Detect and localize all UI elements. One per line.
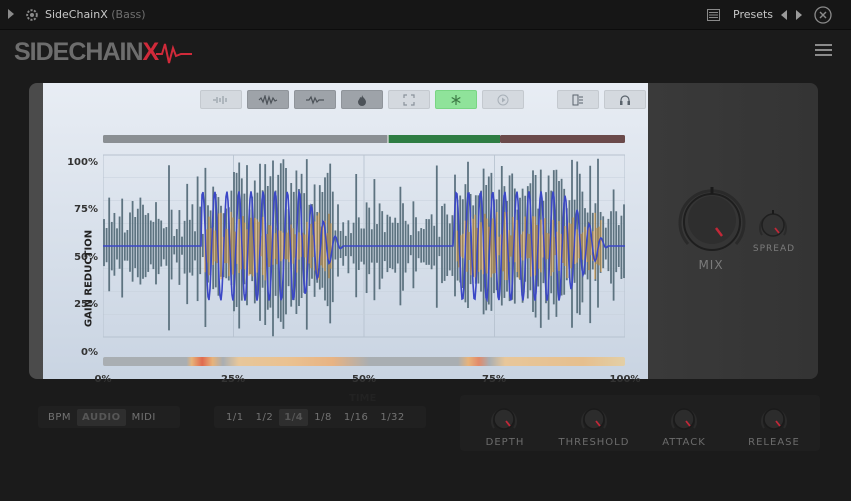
waveform-wave-icon	[306, 95, 324, 105]
plugin-name: SideChainX	[45, 8, 108, 21]
rate-1-1[interactable]: 1/1	[220, 412, 250, 423]
attack-knob[interactable]	[669, 404, 699, 434]
release-knob[interactable]	[759, 404, 789, 434]
compare-icon	[572, 94, 583, 105]
preset-next-icon[interactable]	[796, 10, 802, 20]
y-tick-75: 75%	[74, 204, 98, 215]
close-icon[interactable]	[814, 6, 832, 24]
logo-text: SIDECHAIN	[14, 38, 144, 66]
preset-list-icon[interactable]	[707, 9, 720, 21]
y-tick-0: 0%	[81, 347, 98, 358]
threshold-label: THRESHOLD	[558, 437, 630, 448]
rate-1-32[interactable]: 1/32	[374, 412, 410, 423]
logo-pulse-icon	[156, 43, 192, 64]
tool-freeze[interactable]	[435, 90, 477, 109]
plugin-window: SIDECHAINX 100% 75% 50% 25% 0% GAIN REDU…	[0, 30, 851, 501]
sync-audio[interactable]: AUDIO	[77, 408, 126, 426]
y-tick-100: 100%	[67, 157, 98, 168]
release-label: RELEASE	[748, 437, 800, 448]
rate-1-2[interactable]: 1/2	[250, 412, 280, 423]
timeline-bar-red	[500, 135, 625, 143]
tool-play[interactable]	[482, 90, 524, 109]
rate-selector: 1/1 1/2 1/4 1/8 1/16 1/32	[214, 406, 426, 428]
headphones-icon	[620, 94, 630, 105]
presets-menu[interactable]: Presets	[733, 8, 773, 21]
tool-monitor[interactable]	[604, 90, 646, 109]
heat-bar	[103, 357, 625, 366]
rate-1-8[interactable]: 1/8	[308, 412, 338, 423]
depth-knob[interactable]	[489, 404, 519, 434]
waveform-in-icon	[212, 95, 230, 105]
snowflake-icon	[451, 94, 461, 105]
rate-1-16[interactable]: 1/16	[338, 412, 374, 423]
mix-label: MIX	[698, 258, 724, 272]
visualizer-display: 100% 75% 50% 25% 0% GAIN REDUCTION 0% 25…	[43, 83, 648, 404]
collapse-arrow-icon[interactable]	[8, 9, 14, 19]
gain-reduction-graph[interactable]	[103, 135, 625, 380]
depth-label: DEPTH	[485, 437, 525, 448]
attack-label: ATTACK	[662, 437, 706, 448]
tool-fullscreen[interactable]	[388, 90, 430, 109]
window-title: SideChainX (Bass)	[45, 8, 146, 21]
gear-icon[interactable]	[25, 8, 39, 22]
play-icon	[497, 94, 509, 105]
tool-input-wave[interactable]	[200, 90, 242, 109]
rate-1-4[interactable]: 1/4	[279, 408, 309, 426]
tool-flame[interactable]	[341, 90, 383, 109]
y-axis-title: GAIN REDUCTION	[83, 229, 95, 328]
tool-dense-wave[interactable]	[247, 90, 289, 109]
hamburger-menu-icon[interactable]	[815, 44, 832, 58]
mix-knob[interactable]	[672, 182, 752, 262]
spread-knob[interactable]	[756, 208, 790, 242]
timeline-bar-gray	[103, 135, 388, 143]
sync-mode-selector: BPM AUDIO MIDI	[38, 406, 180, 428]
waveform-dense-icon	[258, 94, 278, 105]
tool-wave[interactable]	[294, 90, 336, 109]
x-axis-title: TIME	[349, 393, 377, 404]
logo: SIDECHAINX	[14, 38, 192, 68]
sync-bpm[interactable]: BPM	[42, 412, 77, 423]
preset-prev-icon[interactable]	[781, 10, 787, 20]
flame-icon	[358, 94, 366, 106]
threshold-knob[interactable]	[579, 404, 609, 434]
sync-midi[interactable]: MIDI	[126, 412, 162, 423]
track-name: (Bass)	[111, 8, 146, 21]
tool-compare[interactable]	[557, 90, 599, 109]
title-bar: SideChainX (Bass) Presets	[0, 0, 851, 30]
timeline-bar-green	[388, 135, 500, 143]
fullscreen-icon	[403, 93, 415, 106]
spread-label: SPREAD	[752, 244, 796, 254]
